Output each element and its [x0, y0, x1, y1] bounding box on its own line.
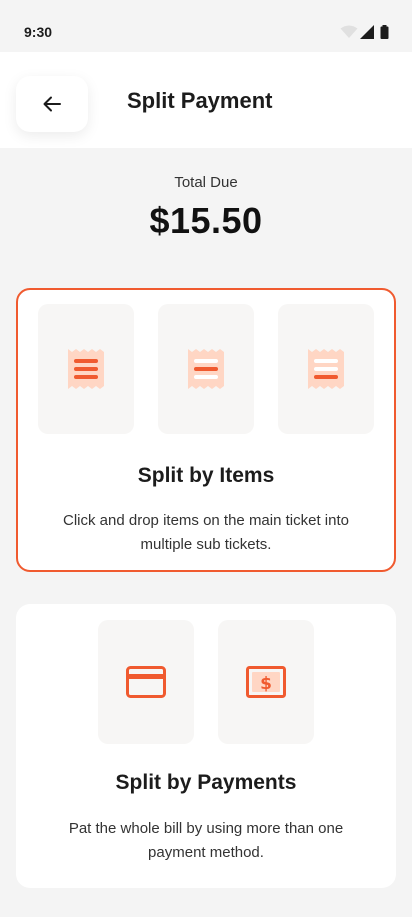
cash-dollar-icon: $: [246, 666, 286, 698]
option-description: Pat the whole bill by using more than on…: [68, 820, 344, 861]
receipt-one-line-icon: [188, 349, 224, 389]
credit-card-icon: [126, 666, 166, 698]
battery-icon: [380, 25, 389, 39]
option-title: Split by Payments: [115, 771, 297, 794]
header: Split Payment: [0, 52, 412, 148]
total-due-amount: $15.50: [149, 200, 263, 241]
option-title: Split by Items: [137, 464, 275, 487]
wifi-icon: [340, 25, 358, 38]
item-thumb: [278, 304, 374, 434]
total-due-label: Total Due: [174, 174, 238, 191]
status-time: 9:30: [24, 24, 53, 40]
item-thumb: [38, 304, 134, 434]
back-button[interactable]: [16, 76, 88, 132]
arrow-left-icon: [43, 96, 61, 112]
payment-thumb: $: [218, 620, 314, 744]
item-thumb: [158, 304, 254, 434]
split-by-payments-option[interactable]: $ Split by Payments Pat the whole bill b…: [16, 604, 396, 888]
cellular-signal-icon: [360, 25, 374, 39]
status-bar: 9:30: [0, 0, 412, 52]
svg-text:$: $: [260, 674, 272, 694]
payment-thumb: [98, 620, 194, 744]
option-description: Click and drop items on the main ticket …: [63, 512, 349, 553]
page-title: Split Payment: [127, 88, 273, 113]
split-by-items-option[interactable]: Split by Items Click and drop items on t…: [16, 288, 396, 572]
receipt-two-lines-icon: [308, 349, 344, 389]
receipt-three-lines-icon: [68, 349, 104, 389]
